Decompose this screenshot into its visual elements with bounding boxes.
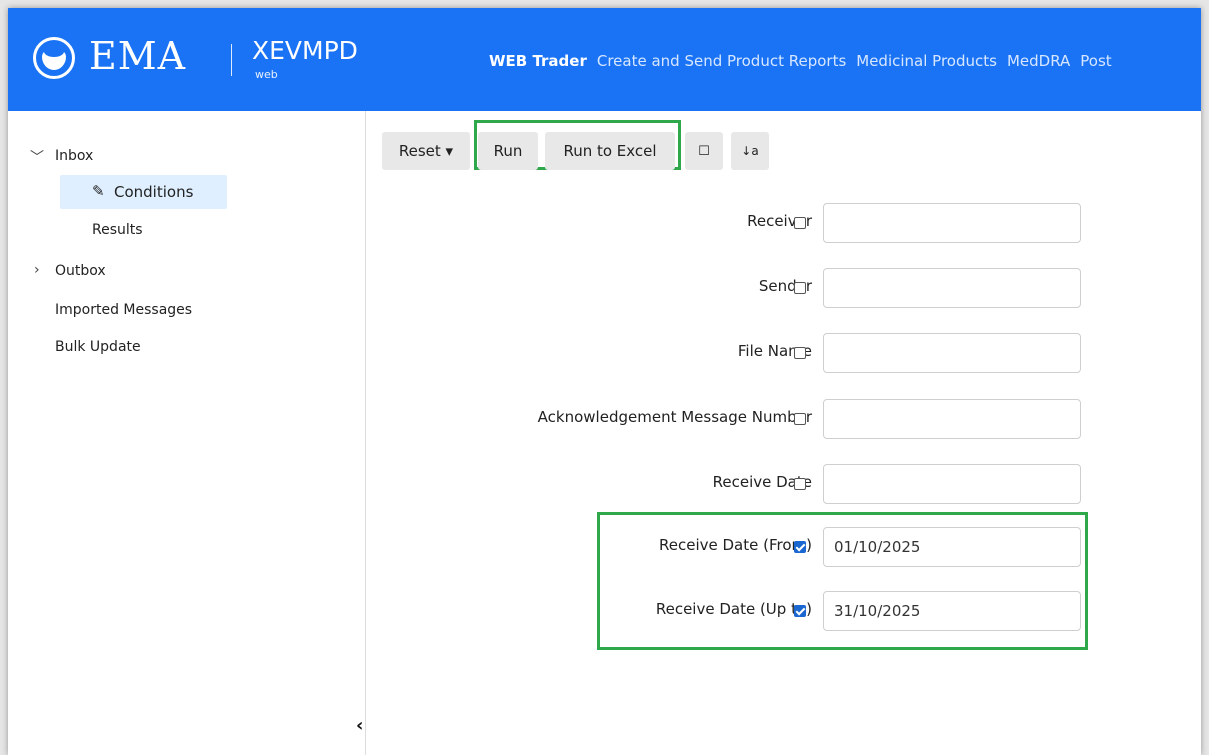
sidebar-item-outbox[interactable]: Outbox bbox=[55, 263, 106, 279]
brand-divider bbox=[231, 44, 232, 76]
form-row-file-name: File Name bbox=[382, 333, 1102, 373]
run-to-excel-button[interactable]: Run to Excel bbox=[545, 132, 675, 170]
nav-post[interactable]: Post bbox=[1080, 52, 1111, 70]
form-row-ack-message-number: Acknowledgement Message Number bbox=[382, 399, 1102, 439]
file-name-input[interactable] bbox=[823, 333, 1081, 373]
sort-icon[interactable]: ↓a bbox=[731, 132, 769, 170]
top-header: EMA XEVMPD web WEB Trader Create and Sen… bbox=[8, 8, 1201, 111]
product-name[interactable]: XEVMPD bbox=[252, 36, 358, 65]
run-button[interactable]: Run bbox=[478, 132, 538, 170]
sidebar-item-bulk-update[interactable]: Bulk Update bbox=[55, 339, 141, 355]
sidebar-item-inbox[interactable]: Inbox bbox=[55, 148, 93, 164]
main-nav: WEB Trader Create and Send Product Repor… bbox=[489, 52, 1122, 70]
nav-web-trader[interactable]: WEB Trader bbox=[489, 52, 587, 70]
receive-date-up-to-checkbox[interactable] bbox=[794, 605, 806, 617]
form-row-sender: Sender bbox=[382, 268, 1102, 308]
receive-date-input[interactable] bbox=[823, 464, 1081, 504]
receive-date-checkbox[interactable] bbox=[794, 478, 806, 490]
sidebar: ﹀ Inbox ✎ Conditions Results › Outbox Im… bbox=[8, 111, 366, 755]
nav-medicinal-products[interactable]: Medicinal Products bbox=[856, 52, 997, 70]
ema-logo-icon bbox=[33, 37, 75, 79]
form-row-receive-date: Receive Date bbox=[382, 464, 1102, 504]
pencil-icon: ✎ bbox=[92, 182, 105, 200]
receive-date-from-checkbox[interactable] bbox=[794, 541, 806, 553]
square-icon[interactable]: ☐ bbox=[685, 132, 723, 170]
collapse-sidebar-icon[interactable]: ‹ bbox=[356, 715, 363, 736]
sender-checkbox[interactable] bbox=[794, 282, 806, 294]
chevron-down-icon[interactable]: ﹀ bbox=[30, 147, 44, 167]
product-subtitle: web bbox=[255, 68, 278, 81]
sender-input[interactable] bbox=[823, 268, 1081, 308]
form-row-receiver: Receiver bbox=[382, 203, 1102, 243]
reset-dropdown-button[interactable]: Reset ▾ bbox=[382, 132, 470, 170]
form-row-receive-date-up-to: Receive Date (Up to) bbox=[382, 591, 1102, 631]
chevron-right-icon[interactable]: › bbox=[34, 262, 40, 278]
receive-date-up-to-input[interactable] bbox=[823, 591, 1081, 631]
receive-date-from-input[interactable] bbox=[823, 527, 1081, 567]
nav-meddra[interactable]: MedDRA bbox=[1007, 52, 1070, 70]
sidebar-item-imported-messages[interactable]: Imported Messages bbox=[55, 302, 192, 318]
receive-date-up-to-label: Receive Date (Up to) bbox=[655, 600, 812, 618]
ack-message-number-label: Acknowledgement Message Number bbox=[537, 408, 812, 426]
nav-create-send-product-reports[interactable]: Create and Send Product Reports bbox=[597, 52, 846, 70]
file-name-checkbox[interactable] bbox=[794, 347, 806, 359]
form-row-receive-date-from: Receive Date (From) bbox=[382, 527, 1102, 567]
brand-name: EMA bbox=[89, 34, 187, 78]
ack-message-number-checkbox[interactable] bbox=[794, 413, 806, 425]
app-window: EMA XEVMPD web WEB Trader Create and Sen… bbox=[8, 8, 1201, 755]
receiver-checkbox[interactable] bbox=[794, 217, 806, 229]
receive-date-from-label: Receive Date (From) bbox=[659, 536, 812, 554]
sidebar-item-conditions[interactable]: Conditions bbox=[114, 183, 193, 201]
receiver-input[interactable] bbox=[823, 203, 1081, 243]
ack-message-number-input[interactable] bbox=[823, 399, 1081, 439]
sidebar-item-results[interactable]: Results bbox=[92, 222, 143, 238]
